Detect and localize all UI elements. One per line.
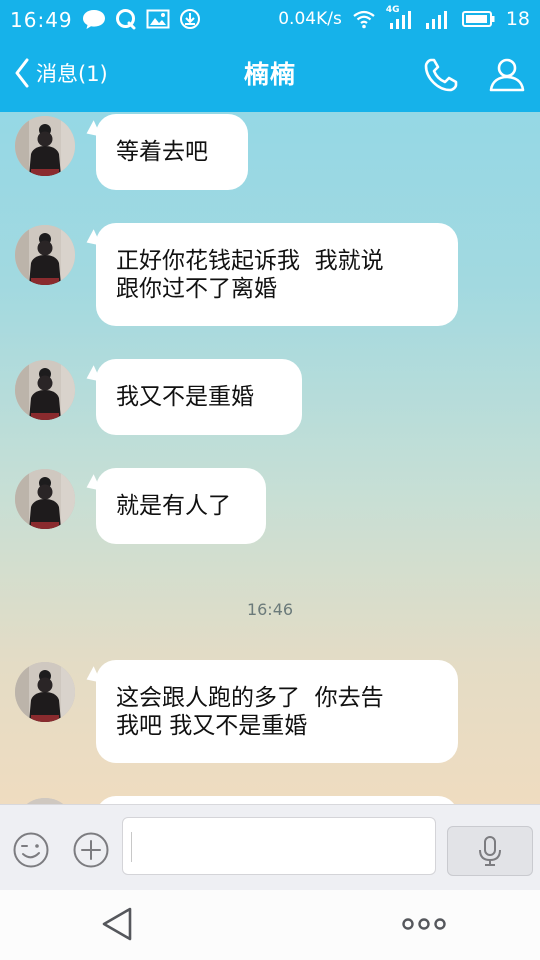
- status-bar: 16:49 0.04K/s 4G 18: [0, 0, 540, 38]
- status-notification-icons: [82, 8, 202, 30]
- status-time: 16:49: [10, 8, 73, 32]
- contact-avatar[interactable]: [15, 662, 75, 722]
- signal-icon: [389, 11, 411, 29]
- contact-avatar[interactable]: [15, 360, 75, 420]
- message-bubble[interactable]: 我又不是重婚: [82, 359, 302, 435]
- contact-avatar[interactable]: [15, 116, 75, 176]
- contact-avatar[interactable]: [15, 469, 75, 529]
- signal-icon: [425, 11, 447, 29]
- more-dots-icon[interactable]: [402, 916, 446, 932]
- bubble-tail: [82, 666, 102, 688]
- network-speed: 0.04K/s: [278, 9, 342, 29]
- bubble-tail: [82, 474, 102, 496]
- chat-header: 消息(1) 楠楠: [0, 38, 540, 112]
- phone-icon[interactable]: [422, 56, 460, 94]
- system-navigation-bar: [0, 890, 540, 960]
- avatar-portrait-icon: [15, 360, 75, 420]
- message-bubble[interactable]: 这会跟人跑的多了 你去告 我吧 我又不是重婚: [82, 660, 458, 763]
- message-bubble-partial[interactable]: [96, 796, 458, 804]
- battery-icon: [461, 11, 495, 27]
- signal-4g-group: 4G: [386, 5, 414, 30]
- message-list[interactable]: 等着去吧 正好你花钱起诉我 我就说 跟你过不了离婚 我又不是重婚 就是有人了 1…: [0, 112, 540, 804]
- input-bar: [0, 804, 540, 890]
- message-input[interactable]: [122, 817, 436, 875]
- chat-bubble-icon: [83, 10, 105, 29]
- profile-icon[interactable]: [488, 55, 526, 93]
- message-text: 这会跟人跑的多了 你去告 我吧 我又不是重婚: [116, 684, 384, 739]
- chat-screen: 16:49 0.04K/s 4G 18 消息(1) 楠楠 等着去吧 正好你花钱起…: [0, 0, 540, 960]
- avatar-portrait-icon: [15, 116, 75, 176]
- bubble-tail: [82, 365, 102, 387]
- plus-icon[interactable]: [72, 831, 110, 869]
- contact-avatar[interactable]: [15, 225, 75, 285]
- download-icon: [180, 9, 200, 29]
- avatar-portrait-icon: [15, 225, 75, 285]
- q-notification-icon: [116, 9, 136, 30]
- image-icon: [146, 9, 170, 29]
- message-text: 我又不是重婚: [116, 384, 254, 410]
- avatar-portrait-icon: [15, 469, 75, 529]
- battery-level: 18: [505, 8, 530, 30]
- message-text: 等着去吧: [116, 139, 208, 165]
- status-right-group: 0.04K/s 4G 18: [278, 5, 530, 30]
- microphone-icon: [479, 836, 501, 866]
- time-divider: 16:46: [246, 600, 294, 619]
- message-text: 正好你花钱起诉我 我就说 跟你过不了离婚: [116, 247, 384, 302]
- message-bubble[interactable]: 等着去吧: [82, 114, 248, 190]
- text-caret: [131, 832, 132, 862]
- message-text: 就是有人了: [116, 493, 231, 519]
- bubble-tail: [82, 229, 102, 251]
- message-bubble[interactable]: 正好你花钱起诉我 我就说 跟你过不了离婚: [82, 223, 458, 326]
- bubble-tail: [82, 120, 102, 142]
- message-bubble[interactable]: 就是有人了: [82, 468, 266, 544]
- avatar-portrait-icon: [15, 662, 75, 722]
- wifi-icon: [353, 10, 375, 29]
- voice-button[interactable]: [447, 826, 533, 876]
- triangle-back-icon[interactable]: [100, 906, 134, 942]
- emoji-icon[interactable]: [12, 831, 50, 869]
